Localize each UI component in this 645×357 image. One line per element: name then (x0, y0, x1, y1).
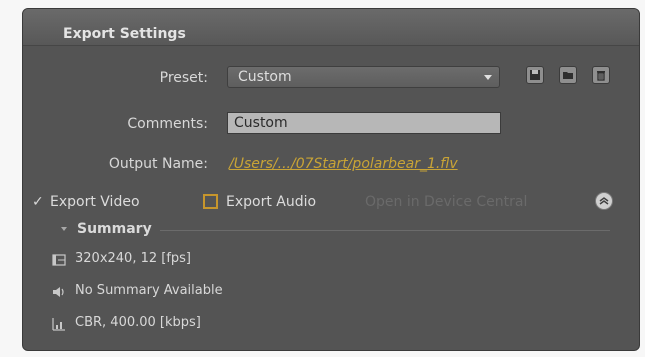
comments-label: Comments: (127, 116, 208, 132)
export-video-label[interactable]: Export Video (50, 192, 140, 212)
panel-header: Export Settings (23, 9, 639, 46)
open-device-central-label: Open in Device Central (365, 194, 528, 210)
save-preset-icon (530, 70, 540, 80)
panel-title: Export Settings (63, 26, 186, 42)
save-preset-button[interactable] (526, 66, 544, 84)
summary-disclosure-icon[interactable] (61, 227, 67, 231)
preset-dropdown[interactable]: Custom (227, 66, 500, 88)
delete-preset-button[interactable] (592, 66, 610, 84)
summary-bitrate: CBR, 400.00 [kbps] (75, 315, 201, 330)
comments-field[interactable]: Custom (227, 112, 501, 134)
import-preset-icon (563, 72, 573, 79)
collapse-button[interactable] (595, 192, 613, 210)
export-video-checkbox[interactable]: ✓ (32, 192, 44, 212)
output-name-link[interactable]: /Users/.../07Start/polarbear_1.flv (229, 155, 458, 173)
audio-icon (52, 284, 66, 303)
divider (160, 230, 610, 231)
bitrate-icon (52, 316, 66, 335)
summary-audio: No Summary Available (75, 283, 223, 298)
export-audio-checkbox[interactable] (203, 194, 218, 209)
summary-title: Summary (77, 221, 152, 237)
output-name-label: Output Name: (108, 156, 208, 172)
import-preset-button[interactable] (559, 66, 577, 84)
export-audio-label[interactable]: Export Audio (226, 192, 316, 212)
preset-value: Custom (238, 69, 292, 85)
double-chevron-up-icon (599, 197, 609, 205)
preset-label: Preset: (159, 70, 208, 86)
summary-video: 320x240, 12 [fps] (75, 251, 192, 266)
delete-preset-icon (597, 71, 605, 81)
video-icon (52, 252, 66, 271)
chevron-down-icon (484, 75, 492, 80)
